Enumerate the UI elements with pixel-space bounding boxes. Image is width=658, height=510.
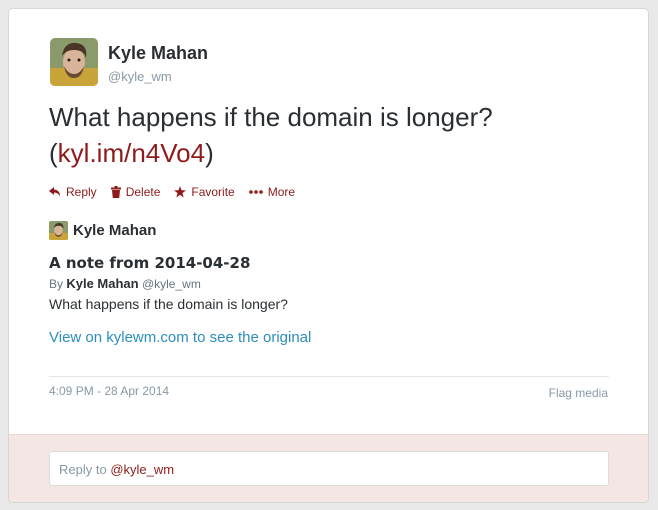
tweet-card: Kyle Mahan @kyle_wm What happens if the …	[8, 8, 649, 503]
trash-icon	[110, 186, 121, 198]
tweet-body: What happens if the domain is longer?	[49, 102, 493, 132]
favorite-label: Favorite	[191, 185, 235, 199]
divider	[49, 376, 609, 377]
embed-author-name[interactable]: Kyle Mahan	[73, 222, 156, 239]
more-button[interactable]: More	[248, 185, 296, 199]
more-label: More	[267, 185, 296, 199]
embed-title: A note from 2014-04-28	[49, 254, 251, 272]
reply-mention: @kyle_wm	[110, 462, 175, 477]
link-open-paren: (	[49, 138, 58, 168]
byline-handle[interactable]: @kyle_wm	[142, 277, 201, 291]
star-icon	[174, 186, 187, 198]
flag-media-link[interactable]: Flag media	[549, 386, 608, 400]
reply-label: Reply	[66, 185, 97, 199]
more-icon	[248, 190, 263, 194]
view-original-link[interactable]: View on kylewm.com to see the original	[49, 329, 311, 346]
delete-label: Delete	[125, 185, 161, 199]
embed-author: Kyle Mahan	[49, 221, 609, 240]
author-name[interactable]: Kyle Mahan	[108, 43, 208, 64]
embed-byline: By Kyle Mahan @kyle_wm	[49, 276, 609, 291]
byline-prefix: By	[49, 277, 64, 291]
timestamp[interactable]: 4:09 PM - 28 Apr 2014	[49, 384, 169, 398]
embedded-note: Kyle Mahan A note from 2014-04-28 By Kyl…	[49, 221, 609, 347]
tweet-actions: Reply Delete Favorite More	[49, 185, 295, 199]
delete-button[interactable]: Delete	[110, 185, 161, 199]
byline-name[interactable]: Kyle Mahan	[66, 276, 138, 291]
link-close-paren: )	[205, 138, 214, 168]
reply-button[interactable]: Reply	[49, 185, 97, 199]
reply-prefix: Reply to	[59, 462, 111, 477]
embed-avatar[interactable]	[49, 221, 68, 240]
author-handle[interactable]: @kyle_wm	[108, 69, 172, 84]
reply-area: Reply to @kyle_wm	[9, 434, 648, 502]
reply-icon	[49, 187, 60, 197]
favorite-button[interactable]: Favorite	[174, 185, 235, 199]
tweet-text: What happens if the domain is longer? (k…	[49, 99, 609, 171]
avatar[interactable]	[50, 38, 98, 86]
tweet-link[interactable]: kyl.im/n4Vo4	[58, 138, 205, 168]
reply-input[interactable]: Reply to @kyle_wm	[49, 451, 609, 486]
embed-body: What happens if the domain is longer?	[49, 296, 288, 312]
